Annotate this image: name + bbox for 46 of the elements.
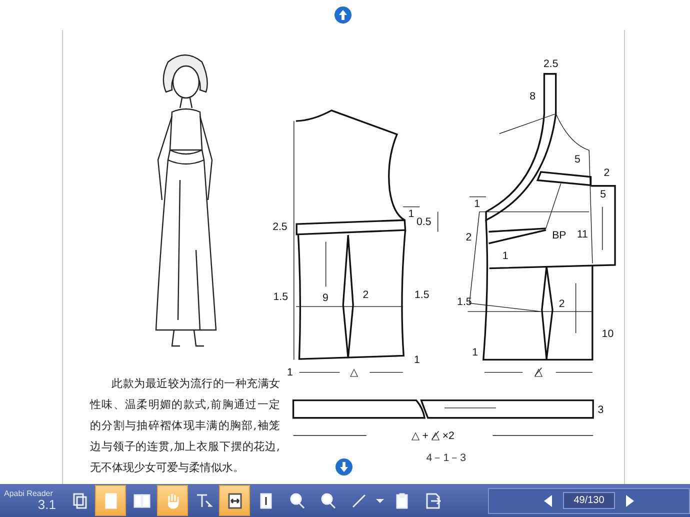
measurement-label: 2 (362, 289, 369, 302)
caret-icon (376, 498, 384, 502)
measurement-label: 1 (472, 346, 478, 358)
measurement-label: 2 (466, 232, 472, 244)
measurement-label: 1 (408, 208, 414, 220)
measurement-label: 5 (574, 154, 580, 166)
previous-page-icon[interactable] (542, 494, 553, 508)
measurement-label: BP (552, 229, 566, 242)
measurement-label: 2.5 (272, 221, 288, 234)
measurement-label: 0.5 (416, 216, 432, 228)
figure-caption: 4－1－3 (426, 452, 466, 464)
measurement-label: 1 (286, 366, 293, 378)
pen-icon (350, 492, 368, 510)
toolbar-button[interactable] (219, 485, 250, 516)
measurement-label: 5 (600, 188, 606, 200)
measurement-label: △ (350, 366, 358, 379)
measurement-label: 9 (322, 292, 328, 304)
measurement-label: 1 (474, 198, 480, 210)
measurement-label: 10 (602, 328, 614, 340)
page-number-field[interactable]: 49/130 (562, 492, 616, 509)
scroll-down-icon[interactable] (335, 458, 353, 476)
measurement-label: 1.5 (273, 290, 288, 303)
description-paragraph: 此款为最近较为流行的一种充满女性味、温柔明媚的款式,前胸通过一定的分割与抽碎褶体现丰满的胸部,袖笼边与领子的连贯,加上衣服下摆的花边,无不体现少女可爱与柔情似水。 (90, 376, 280, 476)
measurement-label: 2.5 (543, 58, 558, 70)
app-name: Apabi Reader (4, 490, 54, 498)
measurement-label: △ + △̸ ×2 (411, 430, 454, 442)
fit-width-icon (226, 492, 244, 510)
app-version: 3.1 (38, 498, 56, 511)
measurement-label: △̸ (534, 366, 543, 379)
measurement-label: 1.5 (414, 289, 430, 302)
text-cursor-icon (194, 492, 212, 510)
next-page-icon[interactable] (625, 494, 636, 508)
magnifier-icon (318, 492, 336, 510)
book-icon (132, 492, 150, 510)
measurement-label: 2 (558, 298, 565, 310)
measurement-label: 8 (530, 90, 536, 102)
scroll-up-icon[interactable] (334, 6, 352, 24)
measurement-label: 1 (502, 250, 508, 262)
measurement-label: 11 (576, 228, 588, 240)
magnifier-icon (288, 492, 306, 510)
measurement-label: 2 (604, 167, 610, 180)
export-icon (424, 492, 442, 510)
measurement-label: 3 (598, 404, 604, 416)
measurement-label: 1 (414, 354, 420, 366)
measurement-label: 1.5 (457, 296, 472, 308)
copy-icon (70, 492, 88, 510)
